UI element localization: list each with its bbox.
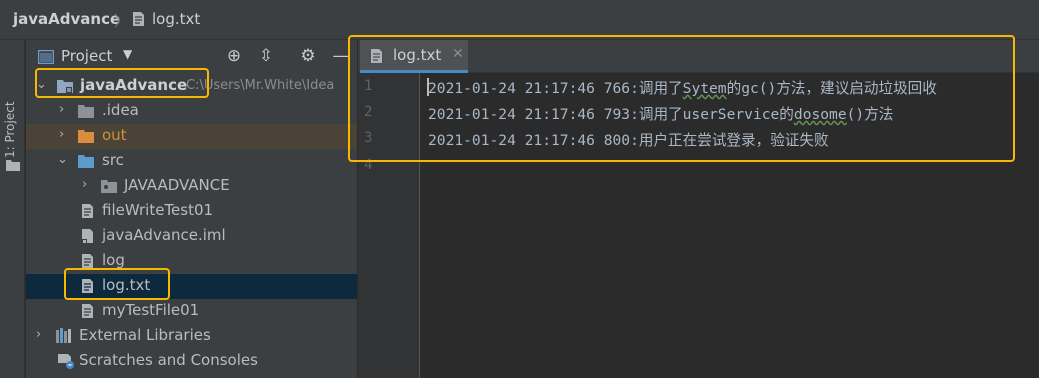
collapse-icon[interactable]: ⇳: [256, 46, 276, 66]
breadcrumb-file[interactable]: log.txt: [152, 10, 200, 28]
text-file-icon: [81, 303, 94, 323]
chevron-right-icon[interactable]: ›: [59, 127, 64, 142]
project-view-icon: [37, 49, 55, 68]
breadcrumb: javaAdvance 〉 log.txt: [0, 0, 1039, 40]
text-file-icon: [132, 11, 145, 31]
tree-item-scratches[interactable]: Scratches and Consoles: [26, 349, 357, 374]
project-tool-button[interactable]: 1: Project: [3, 88, 17, 158]
locate-icon[interactable]: ⊕: [224, 46, 244, 66]
chevron-down-icon[interactable]: ▼: [123, 47, 132, 61]
chevron-down-icon[interactable]: ⌄: [57, 152, 68, 167]
highlight-box-root: [35, 68, 209, 98]
tree-item-label: .idea: [102, 101, 139, 119]
highlight-box-logtxt: [64, 268, 170, 300]
excluded-folder-icon: [78, 128, 94, 147]
tree-item-out[interactable]: › out: [26, 124, 357, 149]
tree-item-idea[interactable]: › .idea: [26, 99, 357, 124]
tree-item-src[interactable]: ⌄ src: [26, 149, 357, 174]
source-folder-icon: [78, 153, 94, 172]
tree-item-filewritetest01[interactable]: fileWriteTest01: [26, 199, 357, 224]
chevron-right-icon[interactable]: ›: [59, 102, 64, 117]
module-file-icon: [81, 228, 94, 248]
settings-icon[interactable]: ⚙: [298, 46, 318, 66]
breadcrumb-separator: 〉: [114, 12, 130, 30]
chevron-right-icon[interactable]: ›: [36, 327, 41, 342]
tree-item-label: JAVAADVANCE: [124, 176, 230, 194]
tree-item-label: log: [102, 251, 125, 269]
chevron-right-icon[interactable]: ›: [82, 177, 87, 192]
library-icon: [56, 328, 74, 347]
tree-item-label: fileWriteTest01: [102, 201, 214, 219]
tree-item-label: out: [102, 126, 127, 144]
folder-icon: [6, 156, 20, 175]
package-icon: [101, 178, 117, 197]
tool-window-stripe: 1: Project: [0, 40, 25, 378]
tree-item-external-libraries[interactable]: › External Libraries: [26, 324, 357, 349]
tree-item-javaadvance[interactable]: › JAVAADVANCE: [26, 174, 357, 199]
tree-item-label: src: [102, 151, 124, 169]
tree-item-mytestfile01[interactable]: myTestFile01: [26, 299, 357, 324]
tree-item-label: javaAdvance.iml: [102, 226, 226, 244]
folder-icon: [78, 103, 94, 122]
tree-item-label: myTestFile01: [102, 301, 200, 319]
highlight-box-editor: [348, 35, 1015, 162]
breadcrumb-project[interactable]: javaAdvance: [13, 10, 120, 28]
tree-item-label: Scratches and Consoles: [79, 351, 258, 369]
tree-item-iml[interactable]: javaAdvance.iml: [26, 224, 357, 249]
scratches-icon: [57, 353, 75, 373]
project-view-selector[interactable]: Project: [61, 47, 112, 65]
text-file-icon: [81, 203, 94, 223]
tree-item-label: External Libraries: [79, 326, 211, 344]
